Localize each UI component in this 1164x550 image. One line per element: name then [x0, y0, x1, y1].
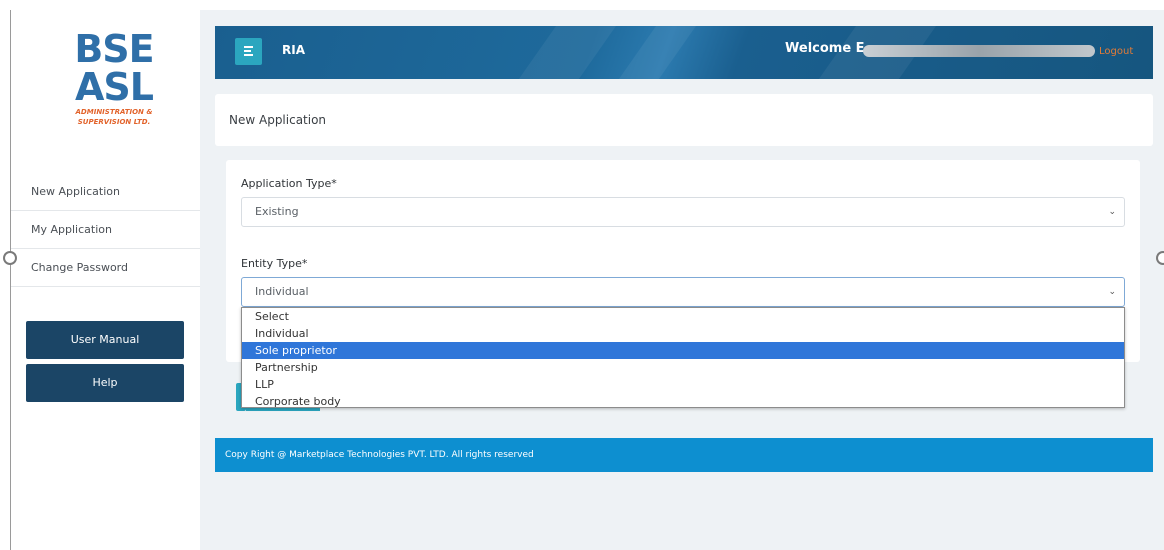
drag-handle-left-icon[interactable] [3, 251, 17, 265]
footer-bar: Copy Right @ Marketplace Technologies PV… [215, 438, 1153, 472]
option-individual[interactable]: Individual [242, 325, 1124, 342]
logo-subtitle-2: SUPERVISION LTD. [77, 118, 151, 126]
bse-asl-logo: BSE ASL ADMINISTRATION & SUPERVISION LTD… [59, 30, 169, 140]
page-root: BSE ASL ADMINISTRATION & SUPERVISION LTD… [0, 0, 1164, 550]
header-decor-stripe [506, 26, 624, 79]
entity-type-select[interactable]: Individual ⌄ [241, 277, 1125, 307]
sidebar: BSE ASL ADMINISTRATION & SUPERVISION LTD… [11, 10, 200, 550]
menu-icon-line [244, 50, 251, 52]
application-type-select[interactable]: Existing ⌄ [241, 197, 1125, 227]
copyright-text: Copy Right @ Marketplace Technologies PV… [225, 450, 534, 460]
page-title: New Application [229, 113, 327, 127]
drag-handle-right-icon[interactable] [1156, 251, 1164, 265]
welcome-text: Welcome E [785, 41, 865, 56]
sidebar-nav: New Application My Application Change Pa… [11, 173, 200, 287]
option-partnership[interactable]: Partnership [242, 359, 1124, 376]
chevron-down-icon: ⌄ [1108, 287, 1116, 297]
user-manual-button[interactable]: User Manual [26, 321, 184, 359]
menu-icon-line [244, 54, 253, 56]
main-content: RIA Welcome E Logout New Application App… [200, 10, 1164, 550]
menu-toggle-button[interactable] [235, 38, 262, 65]
application-type-label: Application Type* [241, 177, 337, 190]
application-type-value: Existing [255, 205, 299, 218]
top-header-bar: RIA Welcome E Logout [215, 26, 1153, 79]
header-decor-stripe [606, 26, 704, 79]
sidebar-item-change-password[interactable]: Change Password [11, 249, 200, 287]
option-sole-proprietor[interactable]: Sole proprietor [242, 342, 1124, 359]
sidebar-item-my-application[interactable]: My Application [11, 211, 200, 249]
option-llp[interactable]: LLP [242, 376, 1124, 393]
help-button[interactable]: Help [26, 364, 184, 402]
sidebar-item-new-application[interactable]: New Application [11, 173, 200, 211]
app-title: RIA [282, 43, 305, 57]
entity-type-dropdown-list: Select Individual Sole proprietor Partne… [241, 307, 1125, 408]
logo-subtitle-1: ADMINISTRATION & [75, 108, 153, 116]
entity-type-value: Individual [255, 285, 309, 298]
entity-type-label: Entity Type* [241, 257, 308, 270]
page-title-card: New Application [215, 94, 1153, 146]
option-select[interactable]: Select [242, 308, 1124, 325]
logo-line-bse: BSE [74, 27, 154, 71]
logo-line-asl: ASL [75, 65, 154, 109]
menu-icon-line [244, 46, 253, 48]
redacted-username [863, 45, 1095, 57]
option-corporate-body[interactable]: Corporate body [242, 393, 1124, 410]
chevron-down-icon: ⌄ [1108, 207, 1116, 217]
logout-link[interactable]: Logout [1099, 46, 1133, 57]
